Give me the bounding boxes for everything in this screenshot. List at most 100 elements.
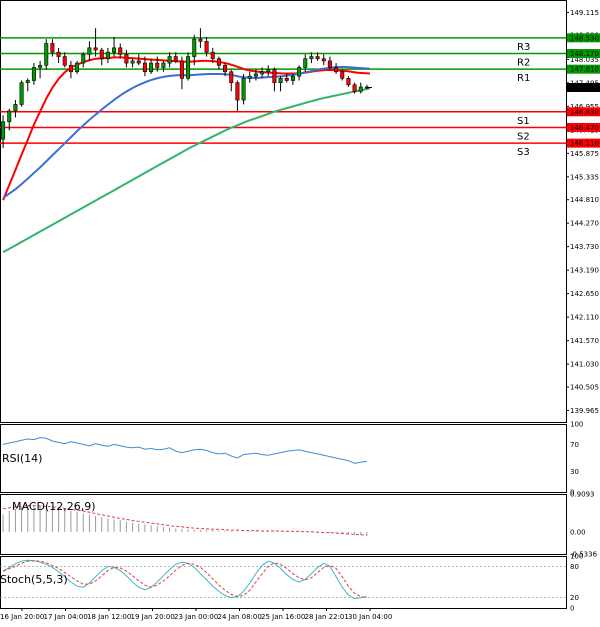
price-pane: R3 R2 R1 S1 S2 S3 <box>0 28 566 254</box>
pane-frame-stoch <box>0 556 567 609</box>
pane-frame-main <box>0 0 567 423</box>
candle-body <box>130 60 135 64</box>
candle-body <box>167 56 172 64</box>
time-tick-label: 25 Jan 16:00 <box>261 613 305 621</box>
time-tick-label: 16 Jan 20:00 <box>0 613 44 621</box>
candle-body <box>31 67 36 81</box>
candle-body <box>50 43 55 53</box>
level-label-r1: R1 <box>517 73 530 84</box>
price-tick-label: 142.110 <box>570 314 599 322</box>
candle-body <box>327 60 332 68</box>
candle-body <box>334 67 339 73</box>
candle-body <box>62 56 67 66</box>
stoch-tick-label: 80 <box>570 563 579 571</box>
price-tick-label: 145.335 <box>570 173 599 181</box>
candle-body <box>321 58 326 62</box>
stoch-tick-label: 100 <box>570 553 583 561</box>
price-tick-label: 141.030 <box>570 361 599 369</box>
level-tag-r3: 148.530 <box>570 34 599 42</box>
candle-body <box>149 62 154 73</box>
price-tick-label: 143.190 <box>570 267 599 275</box>
candle-body <box>161 62 166 68</box>
moving-average-0 <box>2 56 371 201</box>
rsi-tick-label: 30 <box>570 468 579 476</box>
rsi-tick-label: 70 <box>570 441 579 449</box>
candle-body <box>241 78 246 101</box>
candle-body <box>13 104 18 112</box>
candle-body <box>81 54 86 64</box>
rsi-tick-label: 100 <box>570 421 583 429</box>
candle-body <box>198 38 203 42</box>
level-tag-r1: 147.810 <box>570 66 599 74</box>
candle-body <box>192 38 197 57</box>
candle-body <box>223 64 228 73</box>
candle-body <box>358 86 363 92</box>
price-tick-label: 139.965 <box>570 407 599 415</box>
candle-body <box>1 121 6 140</box>
candle-body <box>309 56 314 60</box>
candle-body <box>105 51 110 60</box>
macd-label: MACD(12,26,9) <box>12 500 96 513</box>
candle-body <box>99 49 104 60</box>
candle-body <box>235 82 240 101</box>
candle-body <box>56 51 61 57</box>
stoch-tick-label: 0 <box>570 605 574 613</box>
macd-tick-label: 0.00 <box>570 528 586 536</box>
price-tick-label: 142.650 <box>570 290 599 298</box>
price-tick-label: 144.270 <box>570 220 599 228</box>
price-tick-label: 149.115 <box>570 9 599 17</box>
candle-body <box>266 69 271 73</box>
time-tick-label: 19 Jan 20:00 <box>131 613 175 621</box>
pane-frame-rsi <box>0 424 567 493</box>
candle-body <box>44 43 49 66</box>
level-tag-s1: 146.830 <box>570 108 599 116</box>
level-tag-s2: 146.470 <box>570 124 599 132</box>
candle-body <box>112 47 117 53</box>
stoch-label: Stoch(5,5,3) <box>0 573 68 586</box>
stoch-tick-label: 20 <box>570 594 579 602</box>
rsi-pane: RSI(14) <box>2 437 367 465</box>
candle-body <box>260 71 265 75</box>
time-tick-label: 17 Jan 04:00 <box>44 613 88 621</box>
candle-body <box>118 47 123 55</box>
price-tick-label: 141.570 <box>570 337 599 345</box>
rsi-label: RSI(14) <box>2 452 42 465</box>
candle-body <box>87 47 92 55</box>
level-label-r2: R2 <box>517 58 530 69</box>
last-price-tag: 147.389 <box>570 84 599 92</box>
price-tick-label: 145.875 <box>570 150 599 158</box>
candle-body <box>75 62 80 73</box>
level-label-s3: S3 <box>517 147 530 158</box>
candle-body <box>155 62 160 68</box>
candle-body <box>7 110 12 123</box>
price-tick-label: 140.505 <box>570 383 599 391</box>
pane-frames <box>0 0 567 609</box>
candle-body <box>136 60 141 64</box>
candle-body <box>142 62 147 73</box>
candle-body <box>93 47 98 51</box>
level-label-s2: S2 <box>517 131 530 142</box>
candle-body <box>186 56 191 79</box>
candle-body <box>247 75 252 79</box>
macd-pane: MACD(12,26,9) <box>2 500 368 536</box>
candle-body <box>68 64 73 73</box>
time-tick-label: 23 Jan 00:00 <box>174 613 218 621</box>
forex-chart: R3 R2 R1 S1 S2 S3 RSI(14) MACD(12,26,9) Stoch… <box>0 0 600 623</box>
candle-body <box>229 71 234 83</box>
moving-average-1 <box>2 66 371 199</box>
candle-body <box>19 82 24 105</box>
level-tag-r2: 148.170 <box>570 50 599 58</box>
time-tick-label: 18 Jan 12:00 <box>87 613 131 621</box>
axes: 149.115148.590148.035147.495146.955146.4… <box>0 9 600 621</box>
chart-canvas: R3 R2 R1 S1 S2 S3 RSI(14) MACD(12,26,9) Stoch… <box>0 0 600 621</box>
candle-body <box>278 78 283 83</box>
candle-body <box>38 64 43 68</box>
moving-average-2 <box>2 87 371 254</box>
time-tick-label: 30 Jan 04:00 <box>348 613 392 621</box>
candle-body <box>272 69 277 83</box>
candle-body <box>297 67 302 77</box>
rsi-line <box>2 437 367 464</box>
candle-body <box>284 78 289 81</box>
price-tick-label: 143.730 <box>570 243 599 251</box>
candle-body <box>290 75 295 81</box>
